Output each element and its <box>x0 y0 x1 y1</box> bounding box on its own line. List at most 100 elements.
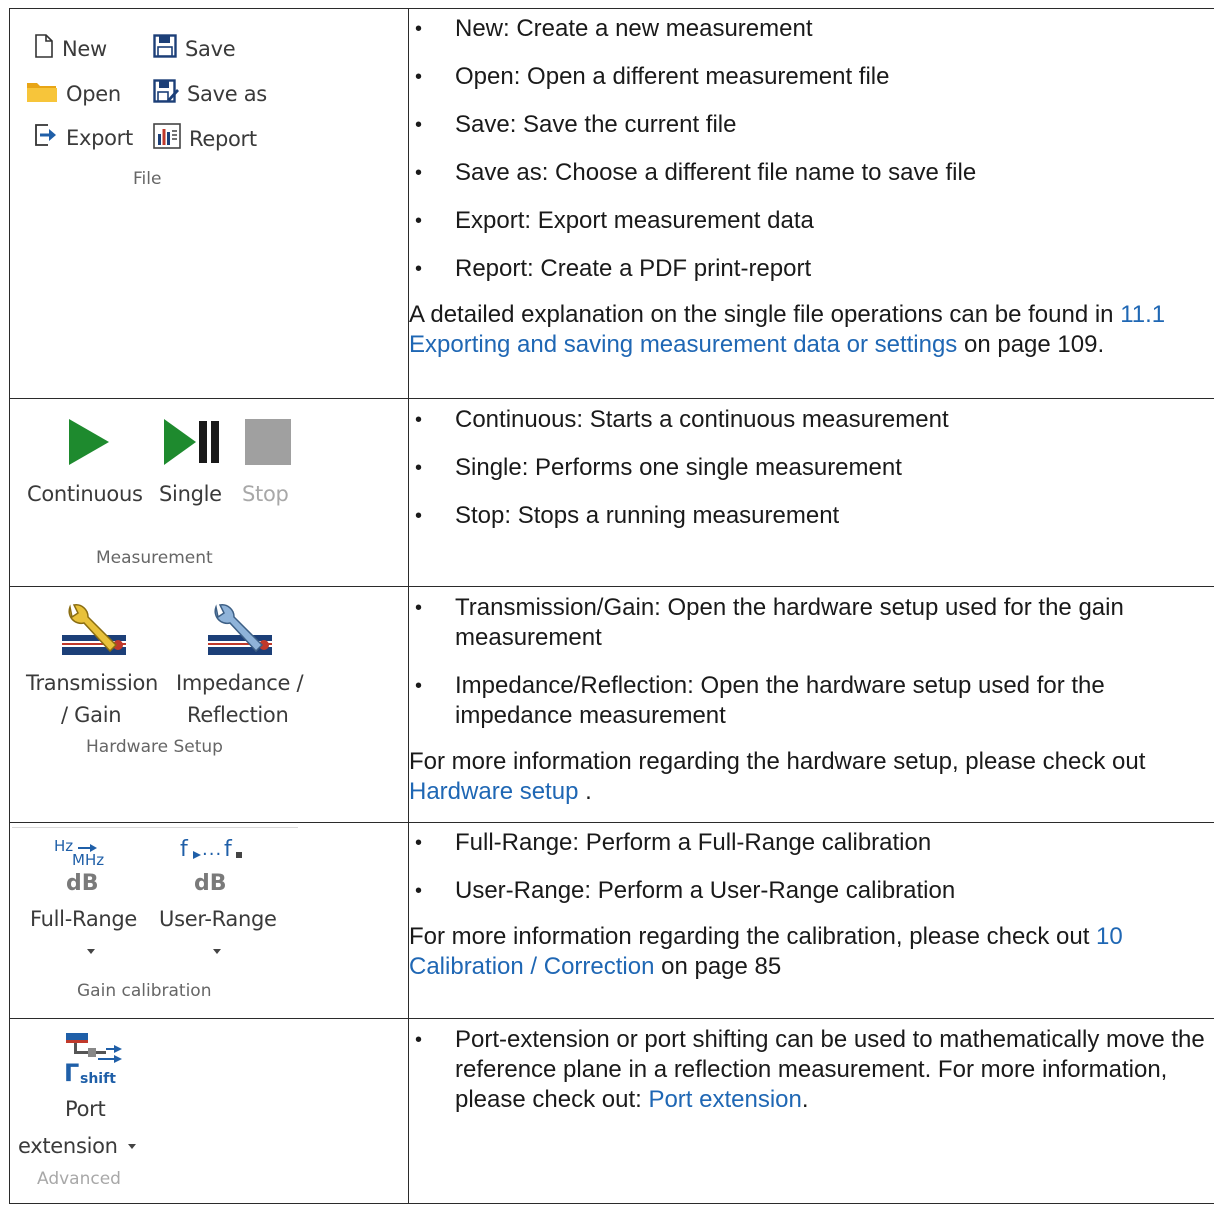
open-label: Open <box>66 81 121 106</box>
table-row-advanced: Γ shift Port extension Advanced Port-ext… <box>9 1018 1214 1204</box>
note-text: . <box>578 778 592 805</box>
ribbon-cell-hardware: Transmission / Gain Impedance / Reflecti… <box>9 586 409 823</box>
link-hardware-setup[interactable]: Hardware setup <box>409 778 578 805</box>
description-cell-hardware: Transmission/Gain: Open the hardware set… <box>408 586 1214 823</box>
continuous-play-icon[interactable] <box>68 419 110 469</box>
measurement-bullet-list: Continuous: Starts a continuous measurem… <box>409 405 1214 531</box>
save-as-icon <box>153 79 179 108</box>
save-disk-icon <box>153 34 177 63</box>
hardware-bullet-list: Transmission/Gain: Open the hardware set… <box>409 593 1214 731</box>
save-as-label: Save as <box>187 81 267 106</box>
ribbon-cell-advanced: Γ shift Port extension Advanced <box>9 1018 409 1204</box>
ribbon-reference-table: New Save Open Save as Export Report File… <box>9 8 1214 1204</box>
continuous-label[interactable]: Continuous <box>27 482 143 506</box>
list-item: User-Range: Perform a User-Range calibra… <box>409 876 1214 906</box>
wrench-gain-icon[interactable] <box>60 603 128 663</box>
file-note-paragraph: A detailed explanation on the single fil… <box>409 300 1214 360</box>
port-extension-icon[interactable]: Γ shift <box>54 1033 124 1089</box>
description-cell-calibration: Full-Range: Perform a Full-Range calibra… <box>408 822 1214 1019</box>
list-item: Continuous: Starts a continuous measurem… <box>409 405 1214 435</box>
note-text: on page 85 <box>654 953 782 980</box>
list-item: Save as: Choose a different file name to… <box>409 158 1214 188</box>
gamma-text: Γ <box>64 1059 80 1087</box>
list-item: Single: Performs one single measurement <box>409 453 1214 483</box>
ribbon-cell-file: New Save Open Save as Export Report File <box>9 8 409 399</box>
mhz-text: MHz <box>72 851 105 869</box>
f-stop-text: f <box>224 837 232 862</box>
table-row-calibration: Hz MHz dB f ... f dB Full-Range User-Ran… <box>9 822 1214 1019</box>
save-label: Save <box>185 36 236 61</box>
list-item: Transmission/Gain: Open the hardware set… <box>409 593 1214 653</box>
hz-text: Hz <box>54 837 74 855</box>
folder-icon <box>26 79 58 108</box>
advanced-bullet-list: Port-extension or port shifting can be u… <box>409 1025 1214 1115</box>
export-label: Export <box>66 125 133 150</box>
ribbon-cell-calibration: Hz MHz dB f ... f dB Full-Range User-Ran… <box>9 822 409 1019</box>
stop-label[interactable]: Stop <box>242 482 289 506</box>
user-range-calibration-icon[interactable]: f ... f dB <box>168 837 248 897</box>
list-item: Port-extension or port shifting can be u… <box>409 1025 1214 1115</box>
shift-text: shift <box>80 1071 116 1087</box>
description-cell-file: New: Create a new measurement Open: Open… <box>408 8 1214 399</box>
single-step-icon[interactable] <box>164 419 222 469</box>
ribbon-group-label-file: File <box>133 169 162 189</box>
export-icon <box>34 123 58 152</box>
list-item: Save: Save the current file <box>409 110 1214 140</box>
file-bullet-list: New: Create a new measurement Open: Open… <box>409 14 1214 284</box>
port-extension-dropdown-arrow-icon[interactable] <box>128 1144 136 1149</box>
description-cell-advanced: Port-extension or port shifting can be u… <box>408 1018 1214 1204</box>
calibration-bullet-list: Full-Range: Perform a Full-Range calibra… <box>409 828 1214 906</box>
new-button[interactable]: New <box>34 34 107 63</box>
calibration-note-paragraph: For more information regarding the calib… <box>409 922 1214 982</box>
full-range-calibration-icon[interactable]: Hz MHz dB <box>52 837 132 897</box>
reflection-label[interactable]: Reflection <box>187 703 289 727</box>
export-button[interactable]: Export <box>34 123 133 152</box>
open-button[interactable]: Open <box>26 79 121 108</box>
ribbon-group-label-calibration: Gain calibration <box>77 981 212 1001</box>
report-button[interactable]: Report <box>153 123 257 154</box>
ellipsis-text: ... <box>202 839 223 860</box>
db-text: dB <box>66 871 99 896</box>
list-item: Impedance/Reflection: Open the hardware … <box>409 671 1214 731</box>
note-text: on page 109. <box>957 331 1105 358</box>
ribbon-cell-measurement: Continuous Single Stop Measurement <box>9 398 409 587</box>
hardware-note-paragraph: For more information regarding the hardw… <box>409 747 1214 807</box>
list-item: Open: Open a different measurement file <box>409 62 1214 92</box>
db-text: dB <box>194 871 227 896</box>
list-item: Full-Range: Perform a Full-Range calibra… <box>409 828 1214 858</box>
save-button[interactable]: Save <box>153 34 236 63</box>
gain-label[interactable]: / Gain <box>61 703 122 727</box>
full-range-label[interactable]: Full-Range <box>30 907 137 931</box>
stop-square-mini-icon <box>236 852 242 858</box>
ribbon-group-label-advanced: Advanced <box>37 1169 121 1189</box>
table-row-hardware: Transmission / Gain Impedance / Reflecti… <box>9 586 1214 823</box>
report-chart-icon <box>153 123 181 154</box>
report-label: Report <box>189 126 257 151</box>
transmission-label[interactable]: Transmission <box>26 671 158 695</box>
bullet-text: . <box>801 1086 809 1113</box>
single-label[interactable]: Single <box>159 482 222 506</box>
user-range-dropdown-arrow-icon[interactable] <box>213 949 221 954</box>
note-text: For more information regarding the calib… <box>409 923 1097 950</box>
new-document-icon <box>34 34 54 63</box>
bullet-text: Port-extension or port shifting can be u… <box>455 1026 1205 1113</box>
note-text: A detailed explanation on the single fil… <box>409 301 1121 328</box>
list-item: New: Create a new measurement <box>409 14 1214 44</box>
document-page: New Save Open Save as Export Report File… <box>0 0 1214 1222</box>
impedance-label[interactable]: Impedance / <box>176 671 304 695</box>
full-range-dropdown-arrow-icon[interactable] <box>87 949 95 954</box>
table-row-measurement: Continuous Single Stop Measurement Conti… <box>9 398 1214 587</box>
user-range-label[interactable]: User-Range <box>159 907 277 931</box>
list-item: Stop: Stops a running measurement <box>409 501 1214 531</box>
stop-square-icon[interactable] <box>245 419 291 465</box>
wrench-reflection-icon[interactable] <box>206 603 274 663</box>
description-cell-measurement: Continuous: Starts a continuous measurem… <box>408 398 1214 587</box>
f-start-text: f <box>180 837 188 862</box>
port-label[interactable]: Port <box>65 1097 106 1121</box>
ribbon-divider <box>12 827 298 828</box>
ribbon-group-label-measurement: Measurement <box>96 548 213 568</box>
save-as-button[interactable]: Save as <box>153 79 267 108</box>
link-port-extension[interactable]: Port extension <box>648 1086 801 1113</box>
extension-label[interactable]: extension <box>18 1134 118 1158</box>
table-row-file: New Save Open Save as Export Report File… <box>9 8 1214 399</box>
